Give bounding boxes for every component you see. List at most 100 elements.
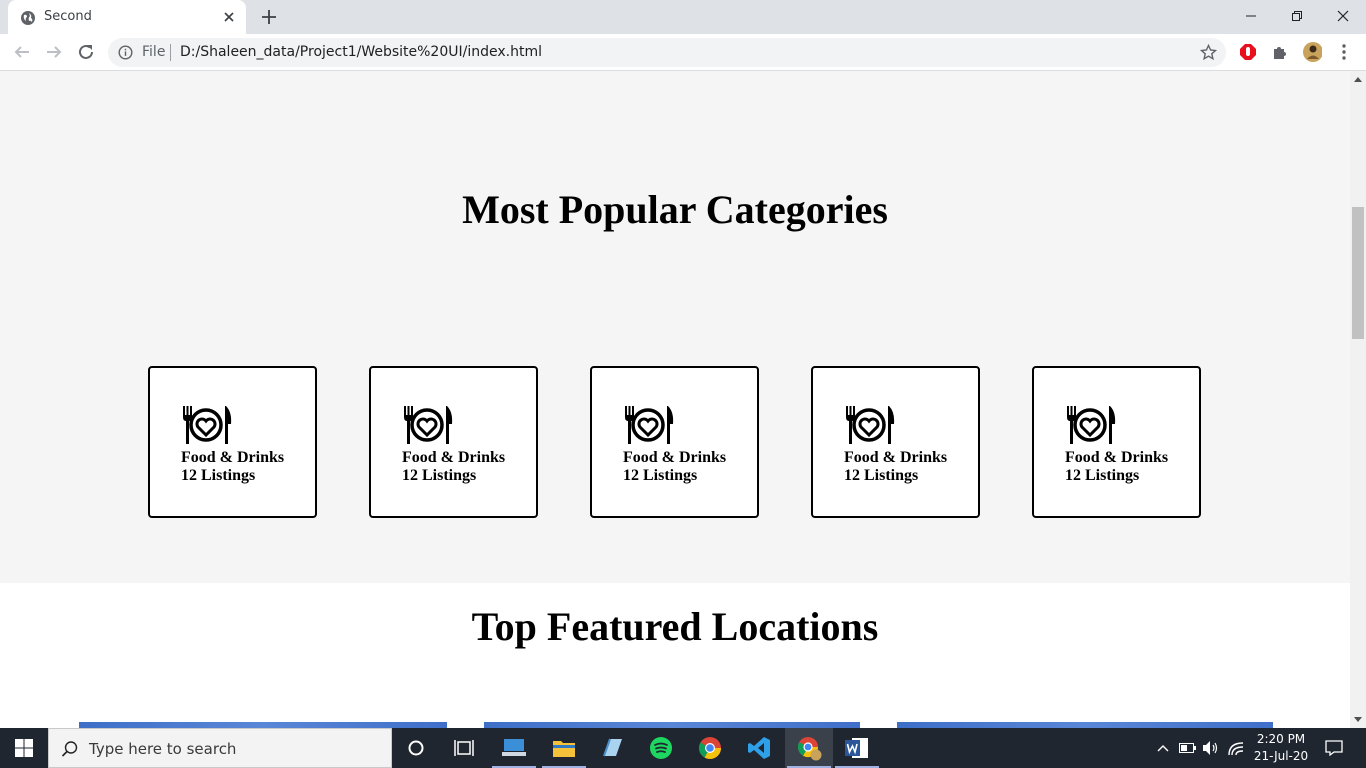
scheme-label: File [142, 44, 166, 60]
search-placeholder: Type here to search [89, 740, 237, 758]
browser-toolbar: File D:/Shaleen_data/Project1/Website%20… [0, 34, 1366, 71]
chevron-up-icon [1157, 745, 1169, 752]
category-listing-count: 12 Listings [181, 467, 256, 484]
taskbar: Type here to search 2:20 PM 21-Jul-20 [0, 728, 1366, 768]
wifi-button[interactable] [1226, 728, 1248, 768]
restaurant-icon [846, 406, 895, 444]
puzzle-icon [1274, 47, 1286, 59]
info-icon[interactable] [118, 45, 133, 60]
show-hidden-icons-button[interactable] [1152, 728, 1174, 768]
category-listing-count: 12 Listings [402, 467, 477, 484]
battery-button[interactable] [1176, 728, 1200, 768]
taskbar-app-network[interactable] [490, 728, 538, 768]
category-card[interactable]: Food & Drinks 12 Listings [148, 366, 317, 518]
clock-date: 21-Jul-20 [1253, 749, 1309, 763]
tab-title: Second [44, 9, 92, 24]
action-center-button[interactable] [1318, 728, 1350, 768]
browser-tab[interactable]: Second [8, 0, 246, 34]
spotify-icon [650, 737, 672, 759]
category-title: Food & Drinks [1065, 449, 1169, 466]
category-card[interactable]: Food & Drinks 12 Listings [1032, 366, 1201, 518]
reload-button[interactable] [76, 42, 96, 62]
battery-icon [1179, 743, 1196, 753]
restaurant-icon [183, 406, 232, 444]
category-title: Food & Drinks [181, 449, 285, 466]
scroll-up-icon[interactable] [1354, 76, 1362, 84]
start-button[interactable] [0, 728, 48, 768]
task-view-icon [454, 740, 474, 756]
categories-section: Most Popular Categories Food & Drinks 12… [0, 71, 1350, 583]
taskbar-search-box[interactable]: Type here to search [48, 728, 392, 768]
notification-icon [1325, 740, 1343, 756]
volume-button[interactable] [1200, 728, 1222, 768]
network-drive-icon [502, 739, 526, 756]
cortana-button[interactable] [392, 728, 440, 768]
word-icon [845, 738, 868, 758]
url-text[interactable]: D:/Shaleen_data/Project1/Website%20UI/in… [180, 44, 542, 60]
categories-heading: Most Popular Categories [462, 187, 888, 232]
restore-icon [1292, 11, 1302, 21]
adblock-extension-button[interactable] [1238, 42, 1258, 62]
close-icon [1337, 10, 1349, 22]
taskbar-app-vscode[interactable] [735, 728, 783, 768]
taskbar-app-notes[interactable] [588, 728, 636, 768]
vscode-icon [748, 737, 770, 759]
category-title: Food & Drinks [844, 449, 948, 466]
notes-icon [603, 738, 622, 757]
extensions-button[interactable] [1270, 42, 1290, 62]
category-card[interactable]: Food & Drinks 12 Listings [590, 366, 759, 518]
scrollbar-thumb[interactable] [1352, 207, 1364, 339]
more-vert-icon [1342, 44, 1346, 60]
tab-strip: Second [0, 0, 1366, 34]
chrome-icon [699, 737, 721, 759]
speaker-icon [1203, 741, 1218, 755]
restaurant-icon [404, 406, 453, 444]
taskbar-app-file-explorer[interactable] [540, 728, 588, 768]
adblock-icon [1240, 44, 1256, 60]
chrome-profile-icon [797, 737, 822, 761]
taskbar-clock[interactable]: 2:20 PM 21-Jul-20 [1250, 731, 1312, 765]
taskbar-app-chrome[interactable] [686, 728, 734, 768]
bookmark-star-icon[interactable] [1200, 44, 1217, 61]
locations-heading: Top Featured Locations [471, 604, 879, 649]
category-listing-count: 12 Listings [844, 467, 919, 484]
restaurant-icon [1067, 406, 1116, 444]
windows-logo-icon [15, 739, 33, 757]
category-card[interactable]: Food & Drinks 12 Listings [369, 366, 538, 518]
restore-button[interactable] [1274, 0, 1320, 32]
cortana-icon [408, 740, 424, 756]
minimize-button[interactable] [1228, 0, 1274, 32]
restaurant-icon [625, 406, 674, 444]
clock-time: 2:20 PM [1256, 732, 1306, 746]
new-tab-icon[interactable] [260, 8, 278, 26]
category-listing-count: 12 Listings [1065, 467, 1140, 484]
category-listing-count: 12 Listings [623, 467, 698, 484]
reload-icon [79, 44, 93, 59]
close-window-button[interactable] [1320, 0, 1366, 32]
folder-icon [553, 741, 575, 757]
task-view-button[interactable] [440, 728, 488, 768]
arrow-left-icon [14, 46, 29, 58]
wifi-icon [1228, 742, 1244, 756]
close-tab-icon[interactable] [222, 10, 236, 24]
taskbar-app-chrome-profile[interactable] [785, 728, 833, 768]
taskbar-app-spotify[interactable] [637, 728, 685, 768]
forward-button[interactable] [44, 42, 64, 62]
globe-icon [21, 11, 35, 25]
browser-menu-button[interactable] [1334, 42, 1354, 62]
page-viewport: Most Popular Categories Food & Drinks 12… [0, 71, 1350, 728]
address-bar[interactable]: File D:/Shaleen_data/Project1/Website%20… [108, 38, 1226, 67]
page-scrollbar[interactable] [1350, 71, 1366, 728]
category-title: Food & Drinks [623, 449, 727, 466]
avatar [1303, 42, 1322, 62]
address-divider [170, 44, 171, 61]
arrow-right-icon [47, 46, 62, 58]
category-card[interactable]: Food & Drinks 12 Listings [811, 366, 980, 518]
profile-button[interactable] [1302, 42, 1322, 62]
taskbar-app-word[interactable] [833, 728, 881, 768]
minimize-icon [1246, 15, 1256, 17]
category-title: Food & Drinks [402, 449, 506, 466]
search-icon [61, 741, 78, 757]
back-button[interactable] [12, 42, 32, 62]
scroll-down-icon[interactable] [1354, 715, 1362, 723]
